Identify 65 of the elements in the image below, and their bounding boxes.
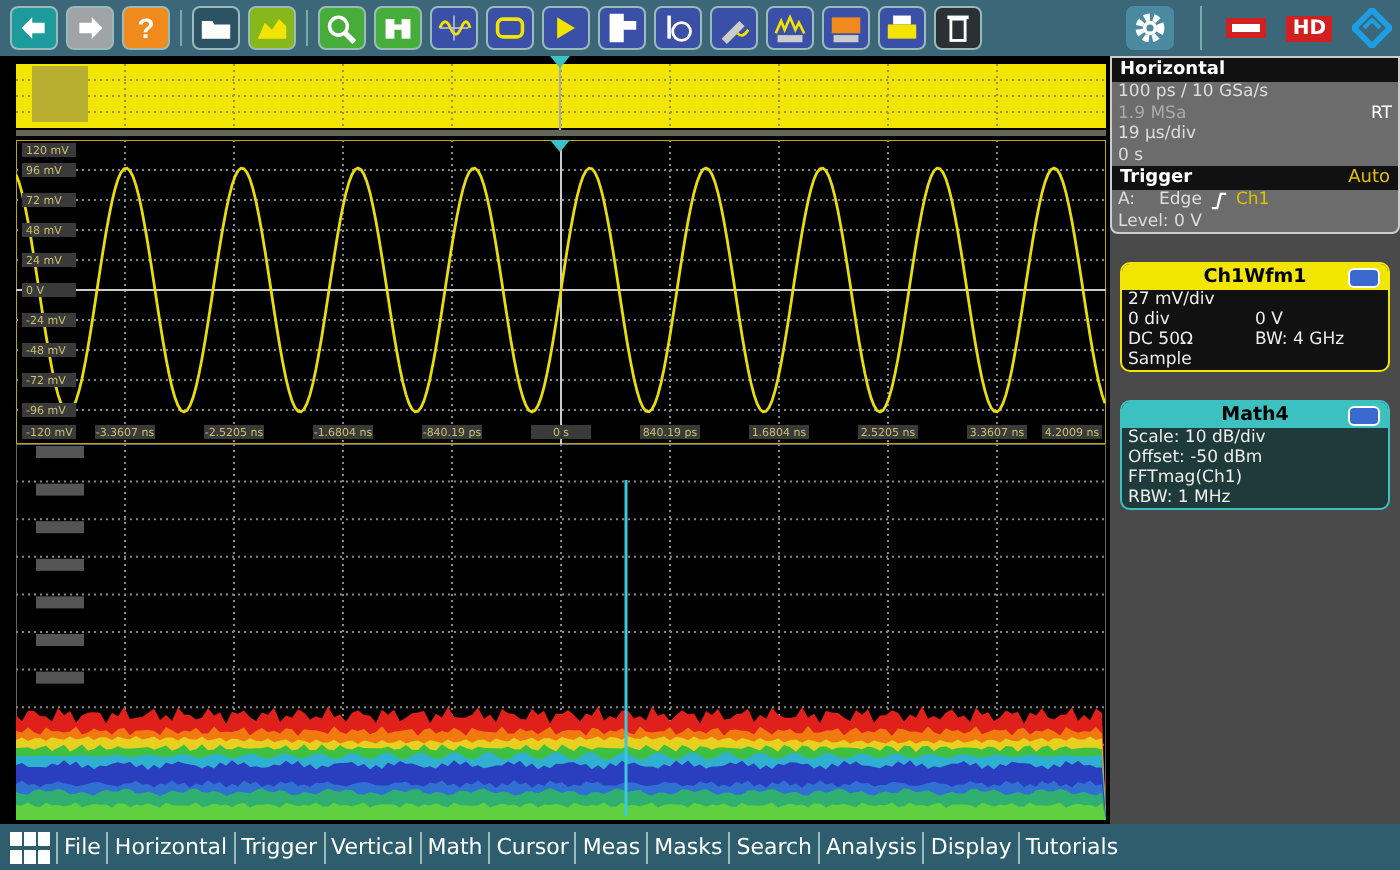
zoom-icon [324, 12, 360, 44]
horizontal-panel[interactable]: Horizontal 100 ps / 10 GSa/s 1.9 MSa RT 19 µs/div 0 s Trigger Auto A: Edge Ch1 Level: 0 V [1110, 56, 1400, 234]
trigger-level: Level: 0 V [1118, 211, 1202, 232]
menu-item[interactable]: Horizontal [114, 834, 228, 860]
channel-setting: Offset: -50 dBm [1128, 448, 1265, 468]
panel-title: Trigger [1120, 168, 1193, 188]
frame-icon [492, 12, 528, 44]
trigger-channel: Ch1 [1235, 190, 1270, 211]
channel-name: Ch1Wfm1 [1203, 266, 1307, 288]
channel-setting: BW: 4 GHz [1255, 330, 1347, 350]
zoom-button[interactable] [318, 6, 366, 50]
channel-card[interactable]: Math4 Scale: 10 dB/div Offset: -50 dBm FFTmag(Ch1) RBW: 1 MHz [1120, 400, 1390, 510]
menu-item[interactable]: Masks [654, 834, 723, 860]
trigger-mode: Auto [1348, 168, 1390, 188]
rising-edge-icon [1209, 191, 1228, 210]
settings-icon [1132, 10, 1169, 46]
trigger-source-label: A: [1118, 190, 1136, 211]
waveform-icon [436, 12, 472, 44]
diamond-logo-icon [1352, 8, 1392, 48]
channel-setting: FFTmag(Ch1) [1128, 468, 1245, 488]
channel-setting: 0 V [1255, 310, 1285, 330]
timebase-value: 100 ps / 10 GSa/s [1118, 82, 1269, 103]
channel-setting: Sample [1128, 350, 1194, 370]
timebase-value: 19 µs/div [1118, 124, 1197, 145]
menu-item[interactable]: Display [930, 834, 1012, 860]
channel-setting: 0 div [1128, 310, 1172, 330]
channel-card[interactable]: Ch1Wfm1 27 mV/div 0 div 0 V DC 50Ω BW: 4 GHz Sample [1120, 262, 1390, 372]
timebase-value: 1.9 MSa [1118, 103, 1187, 124]
scale-marker [36, 521, 84, 534]
panel-title: Horizontal [1112, 58, 1398, 82]
settings-button[interactable] [1126, 6, 1175, 50]
printer-button[interactable] [878, 6, 926, 50]
folder-button[interactable] [192, 6, 240, 50]
menu-item[interactable]: Cursor [496, 834, 569, 860]
channel-name: Math4 [1221, 404, 1289, 426]
menu-item[interactable]: Analysis [826, 834, 917, 860]
channel-setting: DC 50Ω [1128, 330, 1195, 350]
channel-setting: 27 mV/div [1128, 290, 1217, 310]
scale-marker [36, 446, 84, 458]
menu-item[interactable]: Vertical [331, 834, 414, 860]
minimize-button[interactable] [1348, 268, 1380, 288]
forward-button[interactable] [66, 6, 114, 50]
trash-button[interactable] [934, 6, 982, 50]
menu-item[interactable]: Search [736, 834, 813, 860]
scale-marker [36, 596, 84, 609]
menu-item[interactable]: File [64, 834, 101, 860]
channel-setting: RBW: 1 MHz [1128, 488, 1233, 508]
trigger-marker-icon [550, 140, 570, 152]
back-button[interactable] [10, 6, 58, 50]
frame-button[interactable] [486, 6, 534, 50]
menu-item[interactable]: Meas [582, 834, 641, 860]
apps-grid-icon[interactable] [10, 831, 50, 863]
waveform-button[interactable] [430, 6, 478, 50]
scale-marker [36, 634, 84, 646]
menu-item[interactable]: Trigger [241, 834, 318, 860]
hd-badge: HD [1286, 15, 1332, 41]
menu-item[interactable]: Tutorials [1025, 834, 1119, 860]
acquisition-mode: RT [1371, 103, 1392, 124]
mask-button[interactable] [248, 6, 296, 50]
timebase-value: 0 s [1118, 145, 1144, 166]
printer-icon [884, 12, 920, 44]
trigger-type: Edge [1159, 190, 1202, 211]
channel-setting: Scale: 10 dB/div [1128, 428, 1268, 448]
minimize-button[interactable] [1348, 406, 1380, 426]
menu-item[interactable]: Math [427, 834, 483, 860]
